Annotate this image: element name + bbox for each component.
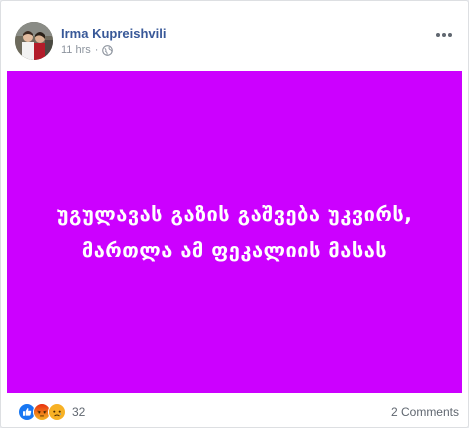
post-footer: 32 2 Comments xyxy=(1,395,468,427)
reaction-count: 32 xyxy=(72,405,86,419)
post-header: Irma Kupreishvili 11 hrs · xyxy=(1,1,468,69)
avatar-image xyxy=(15,22,53,60)
comments-count-link[interactable]: 2 Comments xyxy=(391,405,459,419)
meta-separator: · xyxy=(94,44,99,56)
sad-icon xyxy=(48,403,66,421)
author-name-link[interactable]: Irma Kupreishvili xyxy=(61,26,166,41)
post-card: Irma Kupreishvili 11 hrs · უგულავას გაზი… xyxy=(0,0,469,428)
post-meta: 11 hrs · xyxy=(61,44,114,56)
more-options-icon[interactable] xyxy=(434,27,454,37)
post-text: უგულავას გაზის გაშვება უკვირს, მართლა ამ… xyxy=(56,202,413,262)
post-background: უგულავას გაზის გაშვება უკვირს, მართლა ამ… xyxy=(7,71,462,393)
globe-icon[interactable] xyxy=(102,44,114,56)
post-timestamp[interactable]: 11 hrs xyxy=(61,44,91,56)
avatar[interactable] xyxy=(15,22,53,60)
reactions-summary[interactable]: 32 xyxy=(18,403,85,421)
